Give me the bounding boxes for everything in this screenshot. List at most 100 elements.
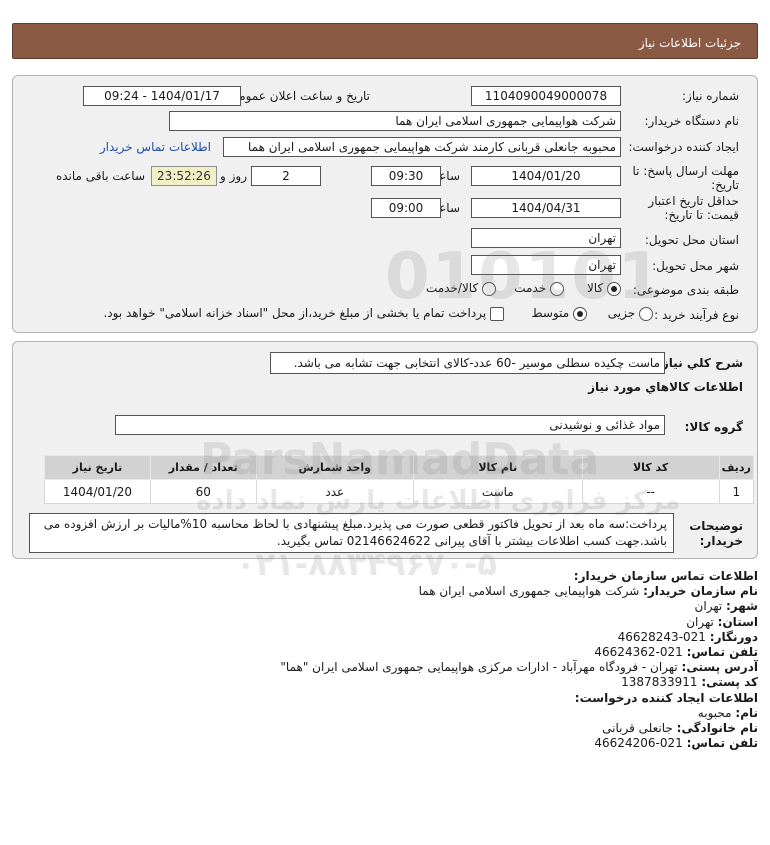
goods-group-field: مواد غذائی و نوشیدنی <box>115 415 665 435</box>
process-option-medium[interactable]: متوسط <box>531 306 587 321</box>
need-details-panel: شماره نیاز: 1104090049000078 تاریخ و ساع… <box>12 75 758 333</box>
creator-phone-value: 021-46624206 <box>594 736 687 751</box>
buyer-notes-label: توضیحات خریدار: <box>689 519 743 548</box>
process-label: نوع فرآیند خرید : <box>654 308 739 322</box>
contact-city-key: شهر: <box>726 599 758 614</box>
cell-name: ماست <box>412 479 583 504</box>
contact-city-row: شهر: تهران <box>18 599 758 614</box>
contact-address-row: آدرس پستی: تهران - فرودگاه مهرآباد - ادا… <box>18 660 758 675</box>
creator-phone-key: تلفن تماس: <box>686 736 758 751</box>
validity-date-field: 1404/04/31 <box>471 198 621 218</box>
creator-name-key: نام: <box>735 705 758 720</box>
creator-family-row: نام خانوادگی: جانعلی قربانی <box>18 721 758 736</box>
contact-postal-row: کد پستی: 1387833911 <box>18 675 758 690</box>
treasury-checkbox[interactable] <box>490 306 504 321</box>
page-title: جزئیات اطلاعات نیاز <box>638 36 741 50</box>
contact-address-value: تهران - فرودگاه مهرآباد - ادارات مرکزی ه… <box>280 660 682 675</box>
announce-label: تاریخ و ساعت اعلان عمومی: <box>225 89 370 103</box>
contact-city-value: تهران <box>694 599 726 614</box>
buyer-org-label: نام دستگاه خریدار: <box>644 114 740 128</box>
category-goods-label: کالا <box>586 281 604 295</box>
category-both-label: کالا/خدمت <box>425 281 479 295</box>
table-row: 1 -- ماست عدد 60 1404/01/20 <box>44 479 755 504</box>
col-unit-header: واحد شمارش <box>255 455 414 480</box>
category-service-label: خدمت <box>514 281 547 295</box>
treasury-note: پرداخت تمام یا بخشی از مبلغ خرید،از محل … <box>103 306 487 320</box>
contact-province-value: تهران <box>686 614 718 629</box>
cell-code: -- <box>581 479 720 504</box>
contact-phone-row: تلفن تماس: 021-46624362 <box>18 645 758 660</box>
announce-datetime-field: 1404/01/17 - 09:24 <box>83 86 241 106</box>
process-minor-radio[interactable] <box>639 306 653 321</box>
contact-section-title: اطلاعات تماس سازمان خریدار: <box>573 569 758 583</box>
need-items-panel: شرح کلي نياز: ماست چکیده سطلی موسیر -60 … <box>12 341 758 559</box>
buyer-notes-field: پرداخت:سه ماه بعد از تحویل فاکتور قطعی ص… <box>29 513 674 553</box>
category-goods-radio[interactable] <box>607 281 621 296</box>
creator-phone-row: تلفن تماس: 021-46624206 <box>18 736 758 751</box>
province-label: استان محل تحویل: <box>644 233 739 247</box>
need-number-label: شماره نیاز: <box>682 89 739 103</box>
contact-fax-value: 021-46628243 <box>617 629 710 644</box>
contact-postal-value: 1387833911 <box>621 675 702 690</box>
process-medium-label: متوسط <box>531 306 570 320</box>
cell-row: 1 <box>718 479 755 504</box>
deadline-label: مهلت ارسال پاسخ: تا <box>632 164 739 178</box>
contact-phone-key: تلفن تماس: <box>686 645 758 660</box>
creator-section-title: اطلاعات ایجاد کننده درخواست: <box>574 690 758 705</box>
contact-org-key: نام سازمان خریدار: <box>643 584 758 599</box>
deadline-label-2: تاریخ: <box>711 178 739 192</box>
buyer-contact-link[interactable]: اطلاعات تماس خریدار <box>100 140 211 154</box>
category-option-both[interactable]: کالا/خدمت <box>426 281 496 296</box>
contact-phone-value: 021-46624362 <box>594 645 687 660</box>
need-number-field: 1104090049000078 <box>471 86 621 106</box>
treasury-option[interactable]: پرداخت تمام یا بخشی از مبلغ خرید،از محل … <box>103 306 504 321</box>
city-label: شهر محل تحویل: <box>652 259 739 273</box>
creator-label: ایجاد کننده درخواست: <box>628 140 739 154</box>
process-option-minor[interactable]: جزیی <box>608 306 653 321</box>
contact-fax-key: دورنگار: <box>709 629 758 644</box>
days-remaining-field: 2 <box>251 166 321 186</box>
items-table: ردیف کد کالا نام کالا واحد شمارش تعداد /… <box>44 455 755 504</box>
contact-fax-row: دورنگار: 021-46628243 <box>18 630 758 645</box>
contact-org-row: نام سازمان خریدار: شرکت هواپیمایی جمهوری… <box>18 584 758 599</box>
process-minor-label: جزیی <box>607 306 636 320</box>
goods-info-label: اطلاعات کالاهاي مورد نياز <box>588 380 743 394</box>
deadline-date-field: 1404/01/20 <box>471 166 621 186</box>
items-table-header: ردیف کد کالا نام کالا واحد شمارش تعداد /… <box>44 455 755 480</box>
buyer-org-field: شرکت هواپیمایی جمهوری اسلامی ایران هما <box>169 111 621 131</box>
category-option-service[interactable]: خدمت <box>514 281 564 296</box>
contact-address-key: آدرس پستی: <box>681 660 758 675</box>
category-service-radio[interactable] <box>550 281 564 296</box>
contact-org-value: شرکت هواپیمایی جمهوری اسلامی ایران هما <box>418 584 644 599</box>
category-option-goods[interactable]: کالا <box>587 281 621 296</box>
summary-label: شرح کلي نياز: <box>657 356 743 370</box>
col-code-header: کد کالا <box>581 455 720 480</box>
page-title-bar: جزئیات اطلاعات نیاز <box>12 23 758 59</box>
process-medium-radio[interactable] <box>573 306 587 321</box>
col-date-header: تاریخ نیاز <box>44 455 151 480</box>
remaining-time-field: 23:52:26 <box>151 166 217 186</box>
deadline-time-field: 09:30 <box>371 166 441 186</box>
contact-postal-key: کد پستی: <box>701 675 758 690</box>
remaining-time-label: ساعت باقی مانده <box>55 169 145 183</box>
cell-date: 1404/01/20 <box>44 479 151 504</box>
days-label: روز و <box>220 169 247 183</box>
contact-province-row: استان: تهران <box>18 615 758 630</box>
cell-unit: عدد <box>255 479 414 504</box>
validity-label-2: قیمت: تا تاریخ: <box>664 208 739 222</box>
goods-group-label: گروه کالا: <box>684 420 743 434</box>
validity-label: حداقل تاریخ اعتبار <box>648 194 739 208</box>
col-name-header: نام کالا <box>412 455 583 480</box>
province-field: تهران <box>471 228 621 248</box>
creator-name-row: نام: محبوبه <box>18 706 758 721</box>
col-qty-header: تعداد / مقدار <box>149 455 257 480</box>
contact-province-key: استان: <box>717 614 758 629</box>
validity-time-field: 09:00 <box>371 198 441 218</box>
creator-name-value: محبوبه <box>697 705 736 720</box>
summary-field: ماست چکیده سطلی موسیر -60 عدد-کالای انتخ… <box>270 352 665 374</box>
city-field: تهران <box>471 255 621 275</box>
category-label: طبقه بندی موضوعی: <box>632 283 739 297</box>
category-both-radio[interactable] <box>482 281 496 296</box>
cell-qty: 60 <box>149 479 257 504</box>
creator-family-value: جانعلی قربانی <box>602 721 677 736</box>
